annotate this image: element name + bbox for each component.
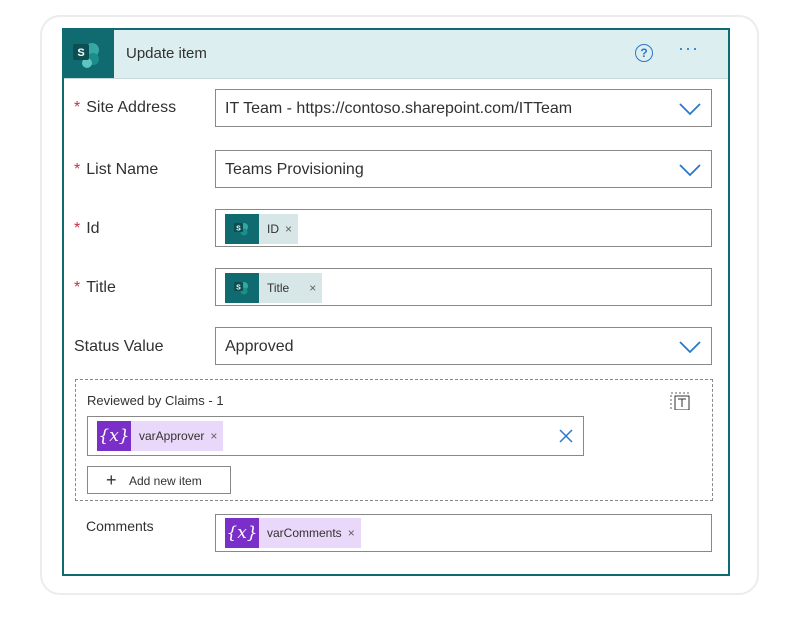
claims-item-field[interactable]: {x} varApprover × xyxy=(87,416,584,456)
id-field[interactable]: S ID × xyxy=(215,209,712,247)
sharepoint-icon: S xyxy=(225,273,259,303)
var-comments-token[interactable]: {x} varComments × xyxy=(225,518,361,548)
variable-icon: {x} xyxy=(97,421,131,451)
svg-text:S: S xyxy=(236,226,241,233)
svg-text:S: S xyxy=(77,47,84,59)
required-marker: * xyxy=(74,161,81,178)
list-name-dropdown[interactable]: Teams Provisioning xyxy=(215,150,712,188)
chevron-down-icon xyxy=(679,164,701,177)
chevron-down-icon xyxy=(679,341,701,354)
remove-token-icon[interactable]: × xyxy=(285,222,298,236)
remove-token-icon[interactable]: × xyxy=(210,429,223,443)
status-dropdown[interactable]: Approved xyxy=(215,327,712,365)
list-name-label: * List Name xyxy=(74,161,158,179)
claims-title: Reviewed by Claims - 1 xyxy=(87,393,224,408)
variable-icon: {x} xyxy=(225,518,259,548)
site-address-dropdown[interactable]: IT Team - https://contoso.sharepoint.com… xyxy=(215,89,712,127)
add-new-item-label: Add new item xyxy=(129,474,202,488)
more-options-icon[interactable]: ··· xyxy=(678,38,699,59)
title-label: * Title xyxy=(74,279,116,297)
id-label: * Id xyxy=(74,220,100,238)
svg-text:S: S xyxy=(236,285,241,292)
comments-field[interactable]: {x} varComments × xyxy=(215,514,712,552)
required-marker: * xyxy=(74,279,81,296)
add-new-item-button[interactable]: + Add new item xyxy=(87,466,231,494)
remove-token-icon[interactable]: × xyxy=(348,526,361,540)
text-mode-icon[interactable] xyxy=(670,392,690,410)
help-icon[interactable]: ? xyxy=(635,44,653,62)
id-token-label: ID xyxy=(267,222,279,236)
status-value: Approved xyxy=(225,338,294,355)
var-approver-token[interactable]: {x} varApprover × xyxy=(97,421,224,451)
id-label-text: Id xyxy=(86,220,100,237)
required-marker: * xyxy=(74,99,81,116)
card-header[interactable]: S Update item ? ··· xyxy=(64,30,728,79)
var-approver-label: varApprover xyxy=(139,429,205,443)
comments-label: Comments xyxy=(86,518,154,534)
claims-array-section: Reviewed by Claims - 1 {x} varApprover ×… xyxy=(75,379,713,501)
title-field[interactable]: S Title × xyxy=(215,268,712,306)
list-name-label-text: List Name xyxy=(86,161,159,178)
required-marker: * xyxy=(74,220,81,237)
update-item-card: S Update item ? ··· * Site Address IT Tea… xyxy=(62,28,730,576)
sharepoint-icon: S xyxy=(64,30,114,78)
clear-item-icon[interactable] xyxy=(559,429,573,443)
status-label: Status Value xyxy=(74,338,164,355)
plus-icon: + xyxy=(106,470,117,490)
remove-token-icon[interactable]: × xyxy=(309,281,322,295)
var-comments-label: varComments xyxy=(267,526,342,540)
site-address-value: IT Team - https://contoso.sharepoint.com… xyxy=(225,100,573,117)
sharepoint-icon: S xyxy=(225,214,259,244)
card-title: Update item xyxy=(126,45,207,62)
title-token-label: Title xyxy=(267,281,290,295)
id-token[interactable]: S ID × xyxy=(225,214,299,244)
title-token[interactable]: S Title × xyxy=(225,273,323,303)
list-name-value: Teams Provisioning xyxy=(225,161,364,178)
site-address-label: * Site Address xyxy=(74,99,176,117)
chevron-down-icon xyxy=(679,103,701,116)
site-address-label-text: Site Address xyxy=(86,99,177,116)
title-label-text: Title xyxy=(86,279,116,296)
